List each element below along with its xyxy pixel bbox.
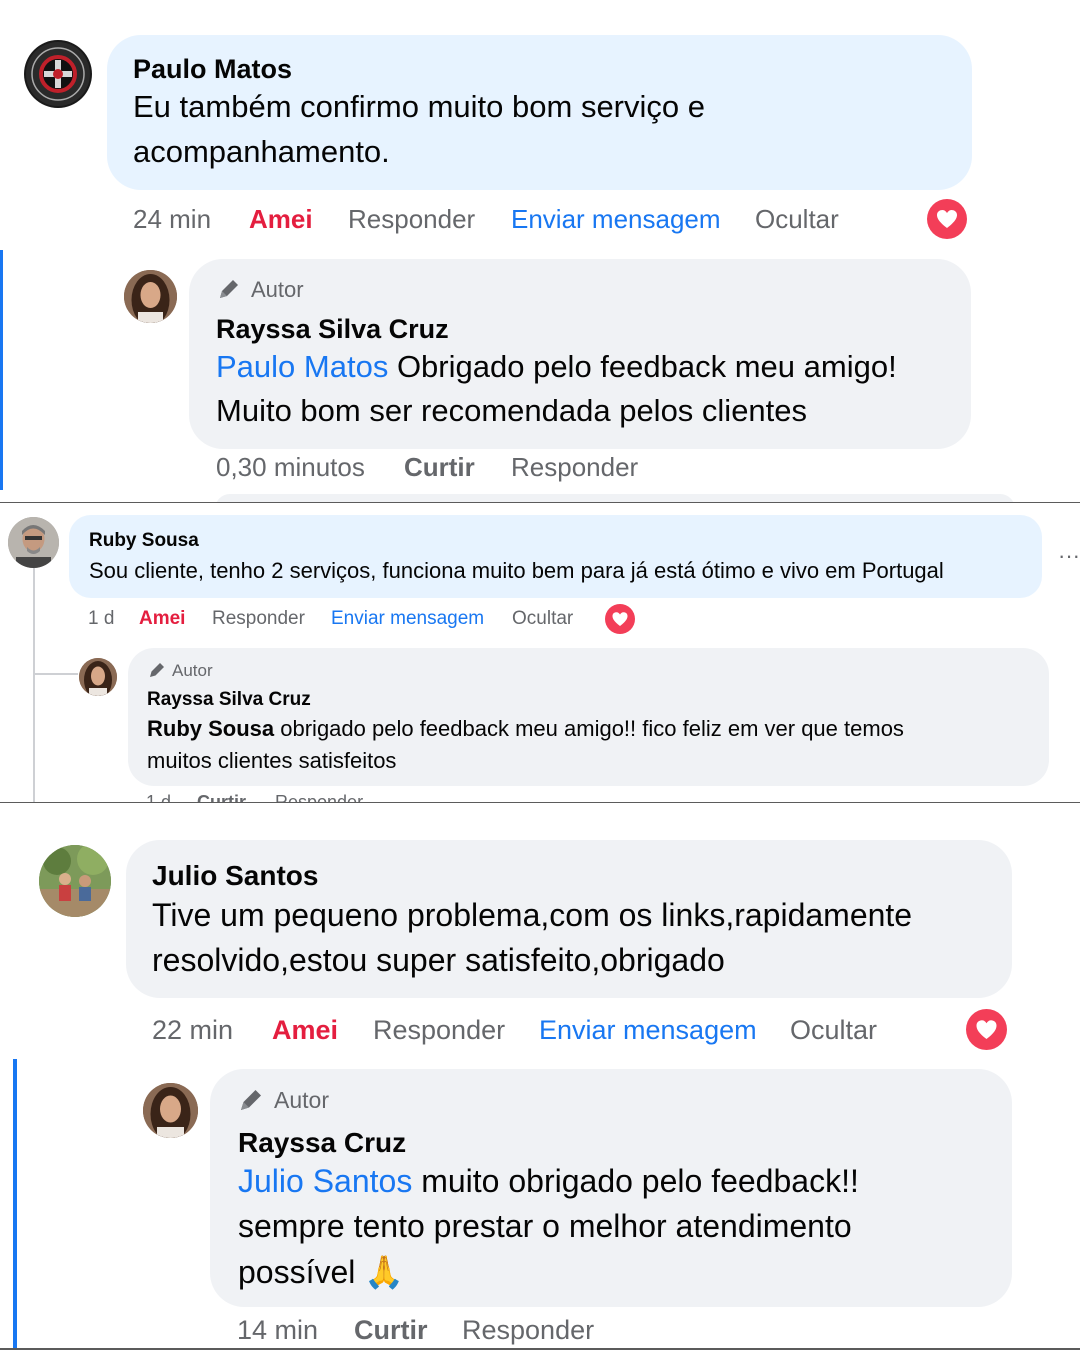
- comment-timestamp[interactable]: 22 min: [152, 1015, 233, 1046]
- comment-text-line-2: acompanhamento.: [133, 134, 390, 169]
- like-button[interactable]: Curtir: [404, 452, 475, 483]
- mention-link[interactable]: Paulo Matos: [216, 349, 388, 384]
- hide-button[interactable]: Ocultar: [755, 204, 839, 235]
- praying-hands-icon: 🙏: [364, 1254, 405, 1290]
- author-badge: Autor: [274, 1087, 329, 1113]
- avatar-ruby-sousa[interactable]: [8, 517, 59, 568]
- avatar-paulo-matos[interactable]: [24, 40, 92, 108]
- reply-text: muito obrigado pelo feedback!!: [412, 1163, 859, 1199]
- mention-link[interactable]: Julio Santos: [238, 1163, 412, 1199]
- hide-button[interactable]: Ocultar: [512, 608, 573, 630]
- comment-panel-ruby: Ruby Sousa Sou cliente, tenho 2 serviços…: [0, 503, 1080, 802]
- reply-text-line-1: Julio Santos muito obrigado pelo feedbac…: [238, 1163, 859, 1200]
- cropped-previous-text: [140, 0, 330, 4]
- comment-author[interactable]: Julio Santos: [152, 860, 318, 892]
- reply-text-line-2: Muito bom ser recomendada pelos clientes: [216, 393, 808, 428]
- avatar-julio-santos[interactable]: [39, 845, 111, 917]
- reaction-button[interactable]: Amei: [139, 608, 185, 630]
- reply-text-line-1: Ruby Sousa obrigado pelo feedback meu am…: [147, 716, 904, 742]
- avatar-rayssa[interactable]: [124, 270, 177, 323]
- reply-button[interactable]: Responder: [373, 1015, 505, 1046]
- send-message-button[interactable]: Enviar mensagem: [539, 1015, 757, 1046]
- reaction-button[interactable]: Amei: [272, 1015, 338, 1046]
- reply-button[interactable]: Responder: [275, 792, 363, 802]
- like-button[interactable]: Curtir: [354, 1315, 428, 1346]
- reaction-button[interactable]: Amei: [249, 204, 313, 235]
- reply-timestamp[interactable]: 14 min: [237, 1315, 318, 1346]
- reply-timestamp[interactable]: 1 d: [146, 792, 171, 802]
- author-badge: Autor: [172, 661, 213, 680]
- avatar-rayssa[interactable]: [143, 1083, 198, 1138]
- reply-text-line-2: sempre tento prestar o melhor atendiment…: [238, 1208, 852, 1244]
- reply-text: Obrigado pelo feedback meu amigo!: [388, 349, 897, 384]
- send-message-button[interactable]: Enviar mensagem: [331, 608, 484, 630]
- pencil-icon: [236, 1085, 266, 1115]
- mention-link[interactable]: Ruby Sousa: [147, 716, 274, 741]
- comment-text-line-2: resolvido,estou super satisfeito,obrigad…: [152, 942, 725, 978]
- reply-button[interactable]: Responder: [462, 1315, 594, 1346]
- more-options-icon[interactable]: ···: [1058, 543, 1080, 569]
- reply-timestamp[interactable]: 0,30 minutos: [216, 452, 365, 483]
- comment-author[interactable]: Ruby Sousa: [89, 530, 199, 552]
- pencil-icon: [215, 275, 243, 303]
- comment-text-line-1: Eu também confirmo muito bom serviço e: [133, 89, 705, 124]
- reply-text: obrigado pelo feedback meu amigo!! fico …: [274, 716, 904, 741]
- comment-bubble: [69, 515, 1042, 598]
- heart-icon[interactable]: [966, 1009, 1007, 1050]
- like-button[interactable]: Curtir: [197, 792, 246, 802]
- thread-branch: [33, 673, 78, 675]
- comment-timestamp[interactable]: 24 min: [133, 204, 211, 235]
- avatar-rayssa[interactable]: [79, 658, 117, 696]
- comment-author[interactable]: Paulo Matos: [133, 54, 292, 85]
- reply-author[interactable]: Rayssa Cruz: [238, 1127, 406, 1159]
- reply-text-line-3: possível 🙏: [238, 1253, 404, 1291]
- reply-text-line-2: muitos clientes satisfeitos: [147, 748, 397, 773]
- pencil-icon: [146, 659, 168, 681]
- heart-icon[interactable]: [927, 199, 967, 239]
- comment-panel-paulo: Paulo Matos Eu também confirmo muito bom…: [0, 0, 1080, 502]
- author-badge: Autor: [251, 277, 304, 302]
- next-bubble-edge: [215, 494, 1015, 502]
- hide-button[interactable]: Ocultar: [790, 1015, 877, 1046]
- reply-text-end: possível: [238, 1254, 356, 1290]
- reply-button[interactable]: Responder: [511, 452, 638, 483]
- comment-text: Sou cliente, tenho 2 serviços, funciona …: [89, 558, 944, 583]
- reply-author[interactable]: Rayssa Silva Cruz: [147, 689, 311, 711]
- reply-text-line-1: Paulo Matos Obrigado pelo feedback meu a…: [216, 349, 897, 385]
- thread-indicator: [0, 250, 3, 490]
- thread-line: [33, 568, 35, 802]
- reply-button[interactable]: Responder: [212, 608, 305, 630]
- thread-indicator: [13, 1059, 17, 1350]
- reply-author[interactable]: Rayssa Silva Cruz: [216, 314, 449, 345]
- comment-timestamp[interactable]: 1 d: [88, 608, 114, 630]
- send-message-button[interactable]: Enviar mensagem: [511, 204, 721, 235]
- comment-text-line-1: Tive um pequeno problema,com os links,ra…: [152, 897, 913, 933]
- comment-panel-julio: Julio Santos Tive um pequeno problema,co…: [0, 803, 1080, 1350]
- reply-button[interactable]: Responder: [348, 204, 475, 235]
- heart-icon[interactable]: [605, 604, 635, 634]
